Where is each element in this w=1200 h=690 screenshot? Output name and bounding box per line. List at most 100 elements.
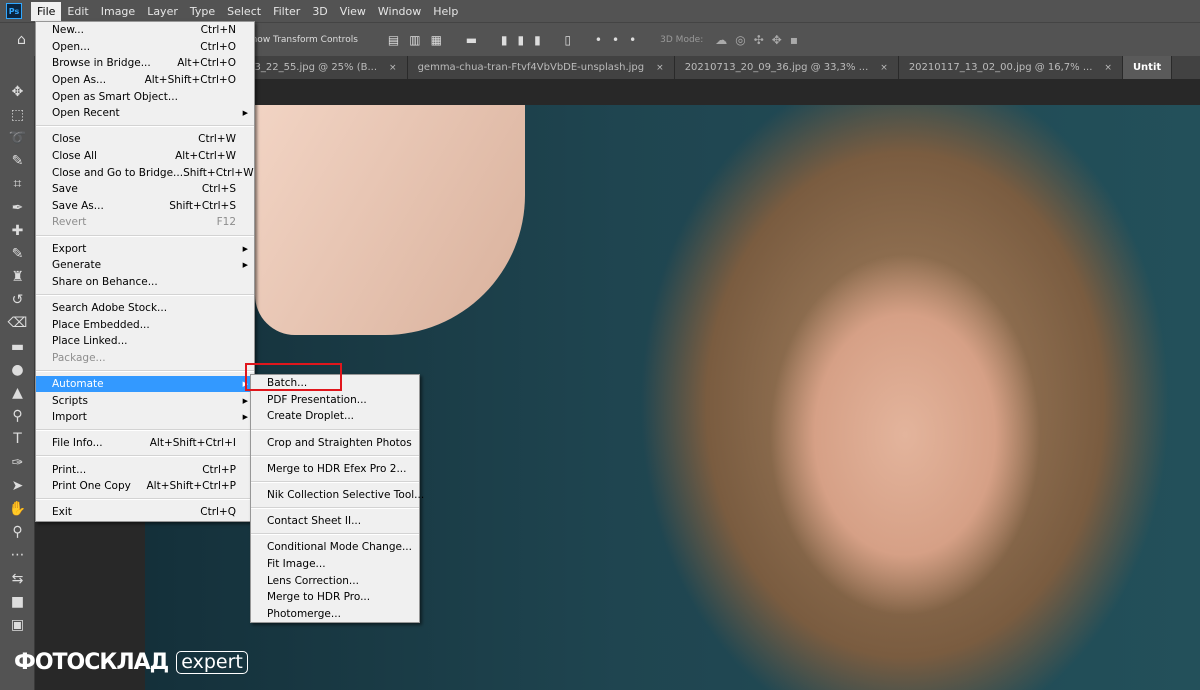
menu-item-automate[interactable]: Automate ▶ — [36, 375, 254, 393]
menu-item-share-on-behance[interactable]: Share on Behance... — [36, 274, 254, 291]
menu-item-open-recent[interactable]: Open Recent ▶ — [36, 105, 254, 122]
history-brush-tool-icon[interactable]: ↺ — [0, 289, 35, 312]
menu-item-label: PDF Presentation... — [267, 393, 367, 406]
menu-item-contact-sheet-ii[interactable]: Contact Sheet II... — [251, 513, 419, 530]
menu-item-generate[interactable]: Generate ▶ — [36, 257, 254, 274]
stamp-tool-icon[interactable]: ♜ — [0, 266, 35, 289]
menu-item-close-and-go-to-bridge[interactable]: Close and Go to Bridge... Shift+Ctrl+W — [36, 164, 254, 181]
menu-item-crop-and-straighten-photos[interactable]: Crop and Straighten Photos — [251, 434, 419, 451]
menu-item-save-as[interactable]: Save As... Shift+Ctrl+S — [36, 198, 254, 215]
menu-item-label: Save — [52, 183, 78, 196]
more-tool-icon[interactable]: ⋯ — [0, 544, 35, 567]
menu-item-export[interactable]: Export ▶ — [36, 240, 254, 257]
menu-3d[interactable]: 3D — [306, 2, 333, 21]
close-tab-icon[interactable]: × — [389, 63, 397, 73]
menu-item-merge-to-hdr-pro[interactable]: Merge to HDR Pro... — [251, 589, 419, 606]
menu-help[interactable]: Help — [427, 2, 464, 21]
menu-item-new[interactable]: New... Ctrl+N — [36, 22, 254, 39]
document-tab[interactable]: 20210117_13_02_00.jpg @ 16,7% ... × — [899, 56, 1123, 79]
menu-item-label: Export — [52, 242, 87, 255]
menu-item-close[interactable]: Close Ctrl+W — [36, 131, 254, 148]
brush-tool-icon[interactable]: ✎ — [0, 242, 35, 265]
menu-item-close-all[interactable]: Close All Alt+Ctrl+W — [36, 148, 254, 165]
document-tab[interactable]: gemma-chua-tran-Ftvf4VbVbDE-unsplash.jpg… — [408, 56, 675, 79]
menu-window[interactable]: Window — [372, 2, 427, 21]
menu-file[interactable]: File — [31, 1, 62, 21]
menu-item-exit[interactable]: Exit Ctrl+Q — [36, 504, 254, 521]
menu-item-import[interactable]: Import ▶ — [36, 409, 254, 426]
menu-item-shortcut: Ctrl+S — [201, 183, 236, 196]
menu-item-nik-collection-selective-tool[interactable]: Nik Collection Selective Tool... — [251, 487, 424, 504]
menu-item-save[interactable]: Save Ctrl+S — [36, 181, 254, 198]
burn-tool-icon[interactable]: ⚲ — [0, 405, 35, 428]
menu-item-place-linked[interactable]: Place Linked... — [36, 333, 254, 350]
menu-item-file-info[interactable]: File Info... Alt+Shift+Ctrl+I — [36, 435, 254, 452]
menu-item-merge-to-hdr-efex-pro-2[interactable]: Merge to HDR Efex Pro 2... — [251, 461, 419, 478]
menu-item-lens-correction[interactable]: Lens Correction... — [251, 572, 419, 589]
3d-mode-label: 3D Mode: — [660, 34, 704, 45]
menu-item-open-as-smart-object[interactable]: Open as Smart Object... — [36, 88, 254, 105]
menu-item-conditional-mode-change[interactable]: Conditional Mode Change... — [251, 539, 419, 556]
menu-item-print-one-copy[interactable]: Print One Copy Alt+Shift+Ctrl+P — [36, 478, 254, 495]
menu-item-label: Package... — [52, 351, 106, 364]
menu-select[interactable]: Select — [221, 2, 267, 21]
menu-item-browse-in-bridge[interactable]: Browse in Bridge... Alt+Ctrl+O — [36, 55, 254, 72]
watermark-suffix: expert — [176, 651, 248, 674]
zoom-tool-icon[interactable]: ⚲ — [0, 521, 35, 544]
path-select-tool-icon[interactable]: ➤ — [0, 474, 35, 497]
move-tool-icon[interactable]: ✥ — [0, 80, 35, 103]
healing-tool-icon[interactable]: ✚ — [0, 219, 35, 242]
tools-panel: ✥ ⬚ ➰ ✎ ⌗ ✒ ✚ ✎ ♜ ↺ ⌫ ▬ ● ▲ ⚲ T ✑ ➤ ✋ ⚲ ⋯ ⇆ ■ ▣ — [0, 56, 35, 690]
menu-view[interactable]: View — [334, 2, 372, 21]
menu-item-open-as[interactable]: Open As... Alt+Shift+Ctrl+O — [36, 72, 254, 89]
show-transform-controls[interactable]: Show Transform Controls — [246, 35, 358, 45]
type-tool-icon[interactable]: T — [0, 428, 35, 451]
menu-edit[interactable]: Edit — [61, 2, 94, 21]
home-icon[interactable]: ⌂ — [17, 32, 26, 48]
marquee-tool-icon[interactable]: ⬚ — [0, 103, 35, 126]
menu-layer[interactable]: Layer — [141, 2, 184, 21]
menu-item-create-droplet[interactable]: Create Droplet... — [251, 408, 419, 425]
close-tab-icon[interactable]: × — [880, 63, 888, 73]
menu-item-shortcut: Shift+Ctrl+W — [183, 166, 254, 179]
menu-item-print[interactable]: Print... Ctrl+P — [36, 461, 254, 478]
close-tab-icon[interactable]: × — [1104, 63, 1112, 73]
blur-tool-icon[interactable]: ● — [0, 358, 35, 381]
menu-image[interactable]: Image — [95, 2, 141, 21]
menu-item-place-embedded[interactable]: Place Embedded... — [36, 316, 254, 333]
menu-item-scripts[interactable]: Scripts ▶ — [36, 392, 254, 409]
align-icons[interactable]: ▤▥▦ ▬ ▮▮▮ ▯ ••• — [388, 33, 646, 47]
dodge-tool-icon[interactable]: ▲ — [0, 381, 35, 404]
3d-mode-icons[interactable]: ☁◎✣✥▪ — [715, 33, 806, 47]
hand-tool-icon[interactable]: ✋ — [0, 497, 35, 520]
photoshop-logo: Ps — [6, 3, 22, 19]
photo-arm — [255, 105, 525, 335]
document-tab[interactable]: 20210713_20_09_36.jpg @ 33,3% ... × — [675, 56, 899, 79]
menu-type[interactable]: Type — [184, 2, 221, 21]
menu-item-label: Lens Correction... — [267, 574, 359, 587]
menu-item-label: Print... — [52, 463, 87, 476]
menu-item-shortcut: Alt+Shift+Ctrl+P — [146, 480, 237, 493]
menu-item-search-adobe-stock[interactable]: Search Adobe Stock... — [36, 300, 254, 317]
menu-item-pdf-presentation[interactable]: PDF Presentation... — [251, 392, 419, 409]
gradient-tool-icon[interactable]: ▬ — [0, 335, 35, 358]
menu-item-fit-image[interactable]: Fit Image... — [251, 556, 419, 573]
quick-mask-tool-icon[interactable]: ▣ — [0, 613, 35, 636]
lasso-tool-icon[interactable]: ➰ — [0, 126, 35, 149]
menu-filter[interactable]: Filter — [267, 2, 306, 21]
menu-bar: Ps File Edit Image Layer Type Select Filter 3D V… — [0, 0, 1200, 22]
document-tab[interactable]: Untit — [1122, 56, 1173, 79]
menu-item-photomerge[interactable]: Photomerge... — [251, 606, 419, 623]
pen-tool-icon[interactable]: ✑ — [0, 451, 35, 474]
tab-label: gemma-chua-tran-Ftvf4VbVbDE-unsplash.jpg — [417, 62, 645, 73]
eraser-tool-icon[interactable]: ⌫ — [0, 312, 35, 335]
menu-item-label: Merge to HDR Pro... — [267, 591, 371, 604]
menu-item-label: Close and Go to Bridge... — [52, 166, 184, 179]
swap-colors-tool-icon[interactable]: ⇆ — [0, 567, 35, 590]
close-tab-icon[interactable]: × — [656, 63, 664, 73]
menu-item-open[interactable]: Open... Ctrl+O — [36, 39, 254, 56]
crop-tool-icon[interactable]: ⌗ — [0, 173, 35, 196]
foreground-color-tool-icon[interactable]: ■ — [0, 590, 35, 613]
eyedropper-tool-icon[interactable]: ✒ — [0, 196, 35, 219]
quick-select-tool-icon[interactable]: ✎ — [0, 150, 35, 173]
